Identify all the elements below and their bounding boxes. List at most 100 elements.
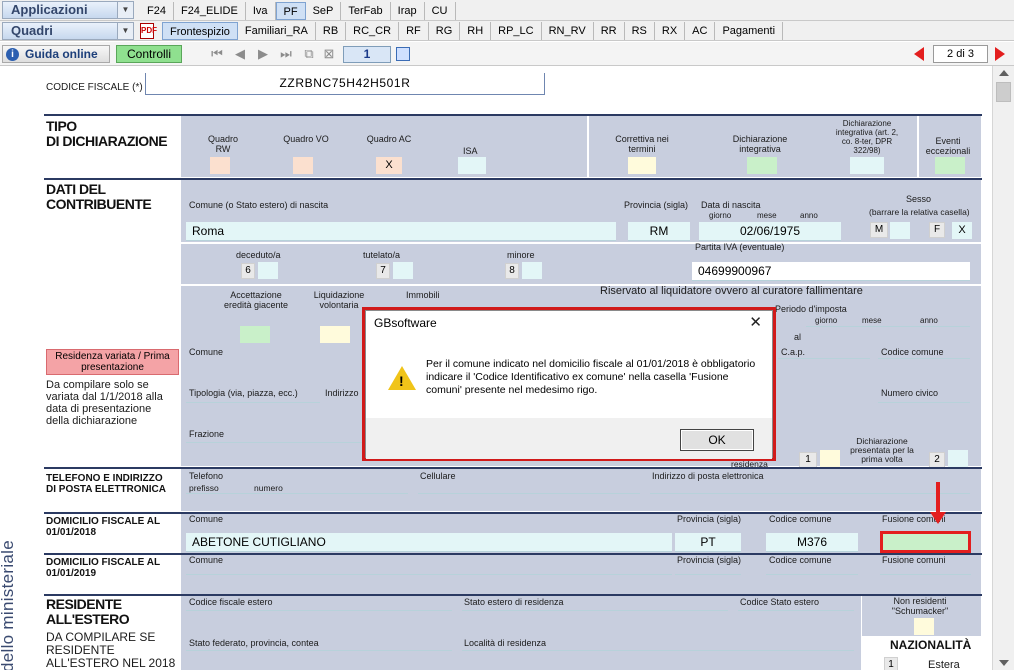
deceduto-num: 6 <box>241 263 255 279</box>
dom2019-comune-field[interactable] <box>186 574 672 575</box>
module-tab-f24[interactable]: F24 <box>140 2 174 20</box>
comune-nascita-field[interactable]: Roma <box>186 222 616 241</box>
module-tab-f24-elide[interactable]: F24_ELIDE <box>174 2 246 20</box>
dom2019-codice-field[interactable] <box>766 574 858 575</box>
cellulare-label: Cellulare <box>420 471 456 481</box>
scroll-thumb[interactable] <box>996 82 1011 102</box>
quadro-tab-pagamenti[interactable]: Pagamenti <box>715 22 784 40</box>
dom2018-comune-field[interactable]: ABETONE CUTIGLIANO <box>186 533 672 552</box>
module-tab-irap[interactable]: Irap <box>391 2 425 20</box>
numero-civico-field[interactable] <box>878 402 970 403</box>
isa-checkbox[interactable] <box>458 157 486 174</box>
frazione-field[interactable] <box>186 442 362 443</box>
cap-field[interactable] <box>778 358 870 359</box>
quadri-label: Quadri <box>11 23 53 38</box>
dich-presentata-checkbox[interactable] <box>948 450 968 467</box>
guida-online-button[interactable]: i Guida online <box>2 45 110 63</box>
quadro-tab-rr[interactable]: RR <box>594 22 625 40</box>
module-tab-sep[interactable]: SeP <box>306 2 342 20</box>
accettazione-checkbox[interactable] <box>240 326 270 343</box>
localita-field[interactable] <box>462 650 854 651</box>
chevron-down-icon[interactable]: ▼ <box>117 2 133 18</box>
module-tab-terfab[interactable]: TerFab <box>341 2 391 20</box>
dom2019-block <box>181 555 981 595</box>
residenza-checkbox[interactable] <box>820 450 840 467</box>
page-number-field[interactable]: 1 <box>343 46 391 63</box>
quadro-tab-frontespizio[interactable]: Frontespizio <box>162 22 238 40</box>
next-page-icon[interactable]: ▶ <box>256 47 270 61</box>
last-page-icon[interactable]: ⏭ <box>279 47 293 61</box>
scroll-up-icon[interactable] <box>999 70 1009 76</box>
search-page-icon[interactable] <box>396 47 410 61</box>
ok-button[interactable]: OK <box>680 429 754 451</box>
minore-checkbox[interactable] <box>522 262 542 279</box>
nazionalita-label: NAZIONALITÀ <box>890 638 972 652</box>
dich-integrativa-art-checkbox[interactable] <box>850 157 884 174</box>
accettazione-label: Accettazione eredità giacente <box>223 290 289 310</box>
tipologia-field[interactable] <box>186 402 320 403</box>
quadro-tab-rc-cr[interactable]: RC_CR <box>346 22 400 40</box>
codice-fiscale-estero-field[interactable] <box>186 610 452 611</box>
dom2018-codice-field[interactable]: M376 <box>766 533 858 552</box>
tutelato-checkbox[interactable] <box>393 262 413 279</box>
dom2019-prov-field[interactable] <box>675 574 741 575</box>
dich-integrativa-checkbox[interactable] <box>747 157 777 174</box>
codice-stato-estero-field[interactable] <box>738 610 854 611</box>
quadro-tab-rx[interactable]: RX <box>655 22 686 40</box>
vertical-scrollbar[interactable] <box>992 66 1014 670</box>
quadro-tab-rb[interactable]: RB <box>316 22 347 40</box>
quadro-tab-rh[interactable]: RH <box>460 22 492 40</box>
delete-page-icon[interactable]: ⊠ <box>322 47 336 61</box>
partita-iva-field[interactable]: 04699900967 <box>692 262 970 281</box>
prev-module-icon[interactable] <box>914 47 924 61</box>
stato-estero-field[interactable] <box>462 610 728 611</box>
quadro-rw-checkbox[interactable] <box>210 157 230 174</box>
provincia-field[interactable]: RM <box>628 222 690 241</box>
data-nascita-field[interactable]: 02/06/1975 <box>699 222 841 241</box>
dom2018-fusione-field[interactable] <box>880 531 971 553</box>
liquidazione-checkbox[interactable] <box>320 326 350 343</box>
cellulare-field[interactable] <box>418 493 640 494</box>
periodo-al-field[interactable] <box>806 326 970 327</box>
pdf-icon[interactable]: PDF <box>140 23 157 39</box>
quadro-tab-rs[interactable]: RS <box>625 22 655 40</box>
quadro-tab-familiari-ra[interactable]: Familiari_RA <box>238 22 316 40</box>
quadro-tab-rf[interactable]: RF <box>399 22 429 40</box>
sesso-f-checkbox[interactable]: X <box>952 222 972 239</box>
codice-fiscale-field[interactable]: ZZRBNC75H42H501R <box>145 73 545 95</box>
chevron-down-icon[interactable]: ▼ <box>117 23 133 39</box>
close-icon[interactable]: ✕ <box>749 313 762 331</box>
module-tab-iva[interactable]: Iva <box>246 2 276 20</box>
residenza-variata-button[interactable]: Residenza variata / Prima presentazione <box>46 349 179 375</box>
codice-comune-field[interactable] <box>878 358 970 359</box>
deceduto-checkbox[interactable] <box>258 262 278 279</box>
prev-page-icon[interactable]: ◀ <box>233 47 247 61</box>
eventi-checkbox[interactable] <box>935 157 965 174</box>
schumacker-checkbox[interactable] <box>914 618 934 635</box>
first-page-icon[interactable]: ⏮ <box>210 47 224 61</box>
scroll-down-icon[interactable] <box>999 660 1009 666</box>
quadro-tab-ac[interactable]: AC <box>685 22 716 40</box>
controlli-button[interactable]: Controlli <box>116 45 182 63</box>
quadro-tab-rg[interactable]: RG <box>429 22 461 40</box>
quadro-tab-rn-rv[interactable]: RN_RV <box>542 22 594 40</box>
applicazioni-dropdown[interactable]: Applicazioni ▼ <box>2 1 134 19</box>
correttiva-checkbox[interactable] <box>628 157 656 174</box>
module-tab-cu[interactable]: CU <box>425 2 456 20</box>
dom2018-prov-field[interactable]: PT <box>675 533 741 552</box>
email-field[interactable] <box>650 493 970 494</box>
insert-page-icon[interactable]: ⧉ <box>302 47 316 61</box>
quadro-ac-checkbox[interactable]: X <box>376 157 402 174</box>
telefono-field[interactable] <box>186 493 408 494</box>
quadro-vo-checkbox[interactable] <box>293 157 313 174</box>
quadri-dropdown[interactable]: Quadri ▼ <box>2 22 134 40</box>
eventi-label: Eventi eccezionali <box>925 136 971 156</box>
stato-federato-field[interactable] <box>186 650 452 651</box>
module-tab-pf[interactable]: PF <box>275 2 306 20</box>
sesso-m-checkbox[interactable] <box>890 222 910 239</box>
indirizzo-label: Indirizzo <box>325 388 359 398</box>
next-module-icon[interactable] <box>995 47 1005 61</box>
email-label: Indirizzo di posta elettronica <box>652 471 764 481</box>
dom2019-fusione-field[interactable] <box>880 574 971 575</box>
quadro-tab-rp-lc[interactable]: RP_LC <box>491 22 542 40</box>
